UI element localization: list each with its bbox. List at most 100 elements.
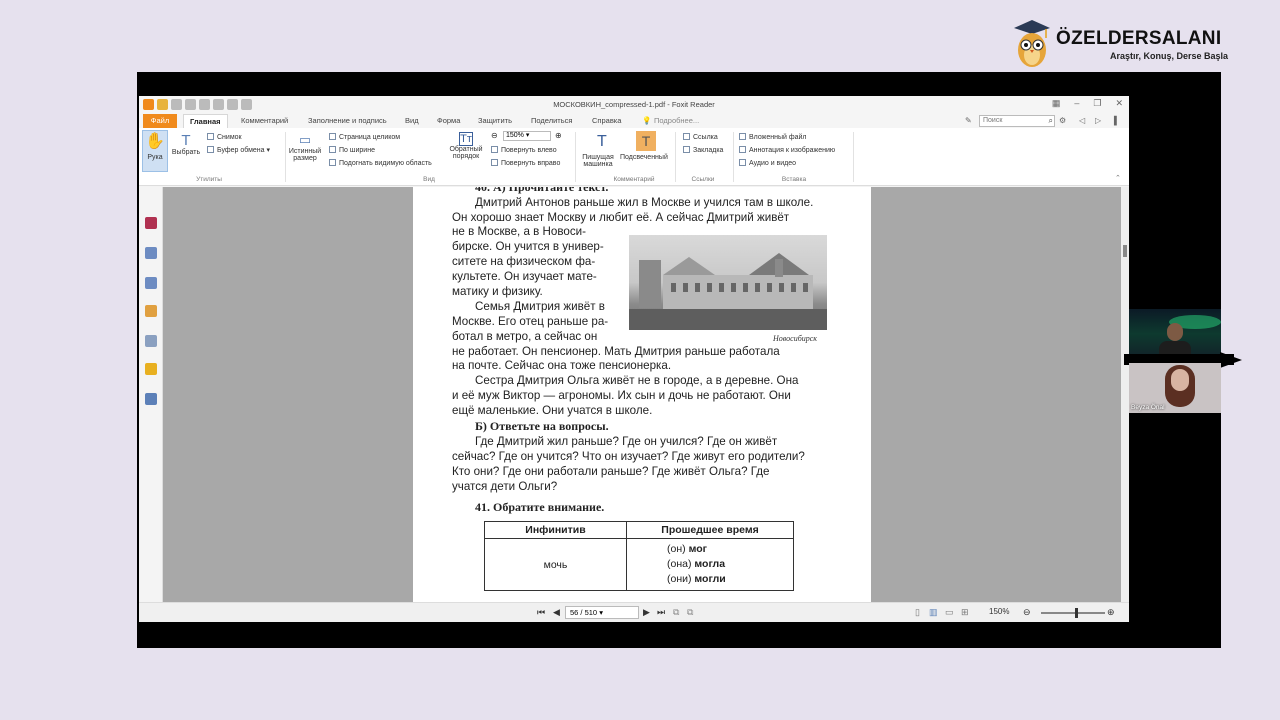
video-icon [739,159,746,166]
question-line: Где Дмитрий жил раньше? Где он учился? Г… [475,435,778,448]
zoom-out-icon[interactable]: ⊖ [491,131,498,140]
section-b-heading: Б) Ответьте на вопросы. [475,419,609,433]
attachment-icon [739,133,746,140]
tab-form[interactable]: Форма [437,114,460,128]
ribbon-separator [575,132,576,182]
settings-gear-icon[interactable]: ⚙ [1059,116,1066,125]
attachments-panel-icon[interactable] [145,335,157,347]
security-lock-icon[interactable] [145,363,157,375]
participant-video[interactable]: Beyza Önal [1129,363,1221,413]
zoom-level[interactable]: 150% [989,607,1009,616]
tab-home[interactable]: Главная [183,114,228,128]
text-line: Он хорошо знает Москву и любит её. А сей… [452,211,790,224]
text-line: Семья Дмитрия живёт в [475,300,605,313]
comments-panel-icon[interactable] [145,305,157,317]
fit-visible-button[interactable]: Подогнать видимую область [329,159,432,167]
tab-comment[interactable]: Комментарий [241,114,288,128]
search-icon[interactable]: ⌕ [1049,116,1053,126]
novosibirsk-photo [629,235,827,330]
file-menu[interactable]: Файл [143,114,177,128]
hand-label: Рука [147,154,163,161]
collapse-ribbon-icon[interactable]: ⌃ [1115,174,1121,182]
zoom-select-value: 150% [506,132,524,139]
zoom-slider-thumb[interactable] [1075,608,1078,618]
ribbon-separator [853,132,854,182]
highlight-button[interactable]: Подсвеченный [620,154,668,161]
close-icon[interactable]: ✕ [1115,98,1123,109]
zoom-slider[interactable] [1041,608,1105,618]
group-label-comment: Комментарий [613,176,655,183]
pronoun: (они) [667,573,692,585]
typewriter-icon: T [597,133,607,150]
restore-ribbon-icon[interactable]: ▦ [1052,98,1061,109]
snapshot-button[interactable]: Снимок [207,133,242,141]
pointer-arrow-tip [1220,352,1242,368]
last-page-icon[interactable]: ⏭ [657,607,665,618]
exercise-40-heading: 40. А) Прочитайте текст. [475,187,609,194]
comment-tools-icon[interactable]: ✎ [965,116,972,125]
maximize-icon[interactable]: ❐ [1093,98,1101,109]
pronoun: (она) [667,558,692,570]
text-line: Москве. Его отец раньше ра- [452,315,609,328]
title-bar: МОСКОВКИН_compressed-1.pdf - Foxit Reade… [139,96,1129,114]
bookmark-button[interactable]: Закладка [683,146,723,154]
tell-me-bulb-icon[interactable]: 💡 [642,114,651,128]
actual-size-button[interactable]: ▭ Истинный размер [287,132,323,162]
scrollbar-thumb[interactable] [1123,245,1127,257]
typewriter-button[interactable]: Пишущая машинка [579,154,617,168]
hand-tool-button[interactable]: ✋ Рука [142,130,168,172]
reverse-order-button[interactable]: Tт Обратный порядок [447,132,485,160]
rotate-right-button[interactable]: Повернуть вправо [491,159,560,167]
tab-fill-sign[interactable]: Заполнение и подпись [308,114,387,128]
fit-visible-icon [329,159,336,166]
participant-video[interactable] [1129,309,1221,359]
next-page-icon[interactable]: ▶ [643,607,650,618]
group-label-links: Ссылки [691,176,715,183]
tab-protect[interactable]: Защитить [478,114,512,128]
text-line: бирске. Он учится в универ- [452,240,604,253]
clipboard-button[interactable]: Буфер обмена ▾ [207,146,270,154]
participant-head [1167,323,1183,341]
search-placeholder: Поиск [983,117,1003,124]
first-page-icon[interactable]: ⏮ [537,607,545,618]
layers-panel-icon[interactable] [145,277,157,289]
prev-view-icon[interactable]: ⧉ [673,607,679,618]
previous-page-icon[interactable]: ◀ [553,607,560,618]
vertical-scrollbar[interactable] [1121,187,1129,602]
zoom-select[interactable]: 150% ▾ [503,131,551,141]
zoom-in-icon[interactable]: ⊕ [555,131,562,140]
minimize-icon[interactable]: – [1074,98,1079,109]
zoom-out-icon[interactable]: ⊖ [1023,607,1031,618]
tell-me-field[interactable]: Подробнее... [654,114,699,128]
link-button[interactable]: Ссылка [683,133,718,141]
select-tool-button[interactable]: T Выбрать [171,132,201,156]
building-photo-icon [629,253,827,330]
fit-page-button[interactable]: Страница целиком [329,133,400,141]
audio-video-button[interactable]: Аудио и видео [739,159,796,167]
split-view-icon[interactable]: ⊞ [961,607,969,618]
facing-page-icon[interactable]: ▭ [945,607,954,618]
bookmark-toggle-icon[interactable]: ▐ [1111,116,1117,125]
tab-view[interactable]: Вид [405,114,419,128]
single-page-icon[interactable]: ▯ [915,607,920,618]
file-attachment-button[interactable]: Вложенный файл [739,133,807,141]
verb-form: могли [694,573,726,585]
nav-forward-icon[interactable]: ▷ [1095,116,1101,125]
rotate-right-icon [491,159,498,166]
tab-help[interactable]: Справка [592,114,621,128]
table-header-row: Инфинитив Прошедшее время [484,521,794,539]
search-input[interactable]: Поиск ⌕ [979,115,1055,127]
bookmarks-panel-icon[interactable] [145,217,157,229]
rotate-left-button[interactable]: Повернуть влево [491,146,557,154]
pages-panel-icon[interactable] [145,247,157,259]
continuous-page-icon[interactable]: ▥ [929,607,938,618]
nav-back-icon[interactable]: ◁ [1079,116,1085,125]
fit-width-button[interactable]: По ширине [329,146,375,154]
signature-panel-icon[interactable] [145,393,157,405]
clipboard-icon [207,146,214,153]
image-annotation-button[interactable]: Аннотация к изображению [739,146,835,154]
page-number-input[interactable]: 56 / 510 ▾ [565,606,639,619]
tab-share[interactable]: Поделиться [531,114,572,128]
zoom-in-icon[interactable]: ⊕ [1107,607,1115,618]
next-view-icon[interactable]: ⧉ [687,607,693,618]
